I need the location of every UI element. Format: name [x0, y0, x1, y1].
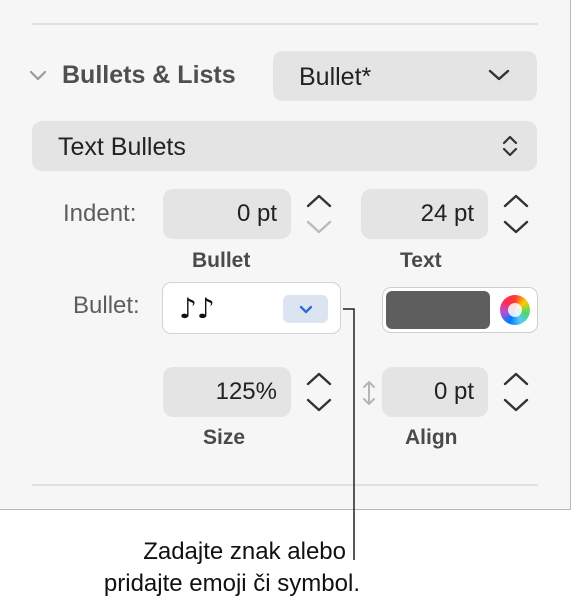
text-indent-value: 24 pt: [420, 200, 474, 227]
bullet-type-value: Text Bullets: [58, 133, 186, 161]
bottom-divider: [32, 484, 538, 486]
bullet-indent-field[interactable]: 0 pt: [163, 189, 291, 239]
list-style-value: Bullet*: [299, 63, 372, 91]
format-sidebar-panel: Bullets & Lists Bullet* Text Bullets Ind…: [0, 0, 571, 510]
callout-text-line-2: pridajte emoji či symbol.: [103, 570, 360, 597]
align-stepper[interactable]: [498, 366, 534, 418]
size-stepper[interactable]: [301, 366, 337, 418]
bullet-label: Bullet:: [73, 292, 140, 319]
up-down-chevron-icon: [501, 133, 519, 164]
text-indent-caption: Text: [400, 249, 442, 272]
vertical-offset-icon: [361, 379, 377, 407]
top-divider: [32, 23, 538, 25]
text-indent-stepper[interactable]: [498, 188, 534, 240]
bullet-type-popup[interactable]: Text Bullets: [32, 121, 537, 171]
bullet-indent-value: 0 pt: [236, 200, 277, 227]
text-indent-field[interactable]: 24 pt: [361, 189, 488, 239]
bullet-color-swatch[interactable]: [386, 291, 490, 329]
size-caption: Size: [203, 426, 246, 449]
section-title: Bullets & Lists: [62, 61, 236, 89]
bullet-indent-stepper[interactable]: [301, 188, 337, 240]
callout-text-line-1: Zadajte znak alebo: [143, 538, 346, 565]
size-value: 125%: [215, 378, 277, 405]
bullet-character-field[interactable]: ♪♪: [162, 282, 341, 334]
align-field[interactable]: 0 pt: [382, 367, 488, 417]
callout-leader-line: [340, 300, 360, 562]
bullet-glyph[interactable]: ♪♪: [179, 292, 215, 325]
bullet-menu-button[interactable]: [283, 295, 328, 323]
chevron-down-icon: [298, 303, 314, 321]
size-field[interactable]: 125%: [163, 367, 291, 417]
indent-label: Indent:: [63, 200, 137, 227]
bullet-color-well[interactable]: [382, 287, 538, 333]
align-value: 0 pt: [433, 378, 474, 405]
bullet-indent-caption: Bullet: [192, 249, 251, 272]
list-style-popup[interactable]: Bullet*: [273, 51, 537, 101]
color-wheel-icon[interactable]: [500, 295, 530, 325]
align-caption: Align: [405, 426, 458, 449]
chevron-down-icon: [487, 67, 511, 88]
collapse-chevron-icon[interactable]: [28, 68, 48, 84]
